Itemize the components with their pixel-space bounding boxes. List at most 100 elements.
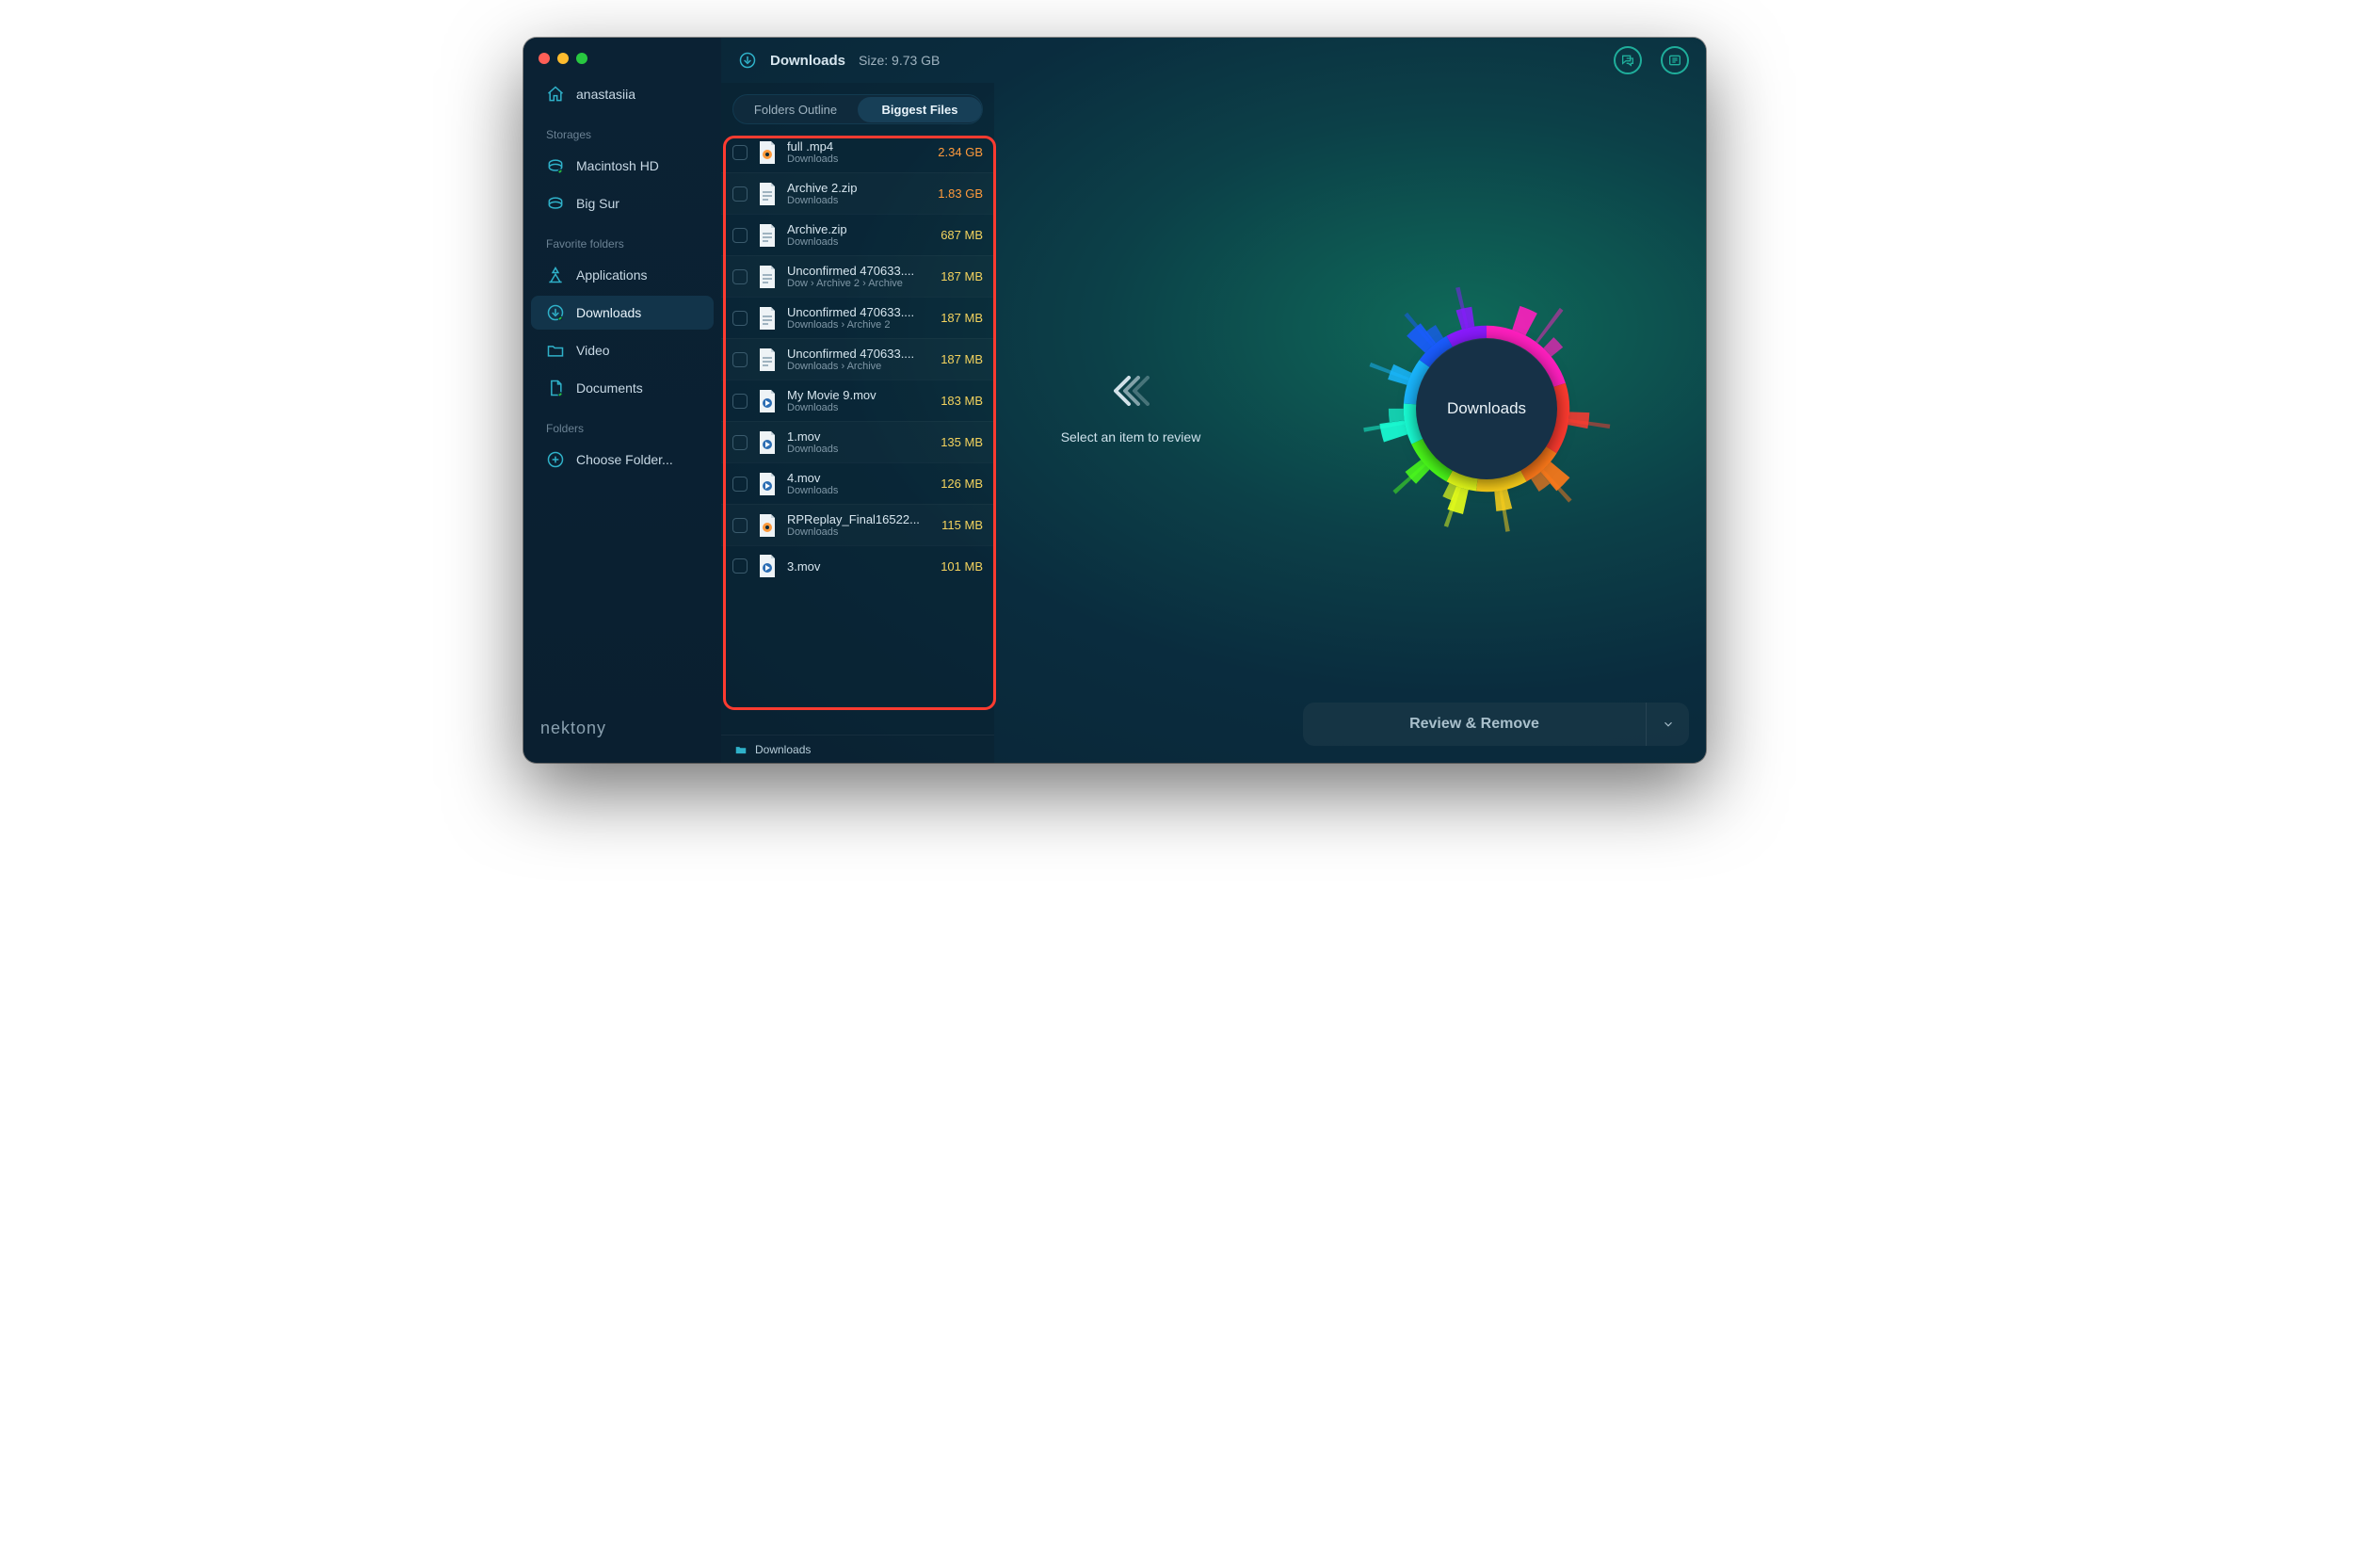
choose-folder-button[interactable]: Choose Folder... [531, 443, 714, 477]
file-size: 135 MB [941, 435, 983, 449]
breadcrumb-label: Downloads [755, 743, 811, 756]
file-checkbox[interactable] [732, 477, 748, 492]
file-checkbox[interactable] [732, 435, 748, 450]
file-type-icon [757, 265, 778, 289]
file-path: Downloads [787, 154, 928, 165]
file-checkbox[interactable] [732, 518, 748, 533]
content: Folders Outline Biggest Files full .mp4D… [721, 83, 1706, 735]
sidebar-item-video[interactable]: Video [531, 333, 714, 367]
sidebar-item-user[interactable]: anastasiia [531, 77, 714, 111]
support-button[interactable] [1614, 46, 1642, 74]
file-size: 187 MB [941, 311, 983, 325]
size-label: Size: 9.73 GB [859, 53, 940, 68]
chevrons-left-icon [1108, 374, 1153, 412]
review-remove-dropdown[interactable] [1646, 703, 1689, 746]
file-row[interactable]: RPReplay_Final16522...Downloads 115 MB [721, 504, 994, 545]
file-type-icon [757, 430, 778, 455]
sidebar-item-label: Big Sur [576, 196, 619, 211]
file-meta: Unconfirmed 470633....Downloads › Archiv… [787, 347, 931, 372]
detail-placeholder: Select an item to review [994, 83, 1267, 735]
zoom-icon[interactable] [576, 53, 587, 64]
file-name: Unconfirmed 470633.... [787, 347, 931, 361]
file-row[interactable]: full .mp4Downloads2.34 GB [721, 132, 994, 172]
sidebar-item-macintosh-hd[interactable]: Macintosh HD [531, 149, 714, 183]
file-type-icon [757, 182, 778, 206]
file-size: 187 MB [941, 352, 983, 366]
file-checkbox[interactable] [732, 186, 748, 202]
file-row[interactable]: 1.movDownloads 135 MB [721, 421, 994, 462]
tab-folders-outline[interactable]: Folders Outline [733, 97, 858, 122]
sidebar-item-downloads[interactable]: Downloads [531, 296, 714, 330]
file-name: 1.mov [787, 429, 931, 444]
file-checkbox[interactable] [732, 352, 748, 367]
sidebar-item-applications[interactable]: Applications [531, 258, 714, 292]
file-checkbox[interactable] [732, 228, 748, 243]
file-row[interactable]: Unconfirmed 470633....Dow › Archive 2 › … [721, 255, 994, 297]
file-path: Downloads › Archive 2 [787, 319, 931, 331]
file-list-column: Folders Outline Biggest Files full .mp4D… [721, 83, 994, 735]
file-name: Archive.zip [787, 222, 931, 236]
file-path: Downloads [787, 195, 928, 206]
file-checkbox[interactable] [732, 145, 748, 160]
file-name: My Movie 9.mov [787, 388, 931, 402]
file-checkbox[interactable] [732, 394, 748, 409]
tab-biggest-files[interactable]: Biggest Files [858, 97, 982, 122]
app-window: anastasiia Storages Macintosh HD Big Sur… [523, 38, 1706, 763]
file-row[interactable]: Unconfirmed 470633....Downloads › Archiv… [721, 338, 994, 380]
file-path: Downloads [787, 485, 931, 496]
file-name: RPReplay_Final16522... [787, 512, 932, 526]
sunburst-center-label: Downloads [1447, 399, 1526, 418]
view-segmented-control[interactable]: Folders Outline Biggest Files [732, 94, 983, 124]
download-circle-icon [738, 51, 757, 70]
folder-icon [546, 341, 565, 360]
sidebar-user-label: anastasiia [576, 87, 635, 102]
sidebar: anastasiia Storages Macintosh HD Big Sur… [523, 38, 721, 763]
placeholder-text: Select an item to review [1061, 429, 1201, 445]
file-path: Downloads › Archive [787, 361, 931, 372]
file-size: 687 MB [941, 228, 983, 242]
file-size: 115 MB [941, 518, 983, 532]
file-name: full .mp4 [787, 139, 928, 154]
file-row[interactable]: Archive.zipDownloads 687 MB [721, 214, 994, 255]
download-icon [546, 303, 565, 322]
close-icon[interactable] [539, 53, 550, 64]
file-size: 183 MB [941, 394, 983, 408]
file-meta: 4.movDownloads [787, 471, 931, 496]
file-row[interactable]: Unconfirmed 470633....Downloads › Archiv… [721, 297, 994, 338]
drive-icon [546, 156, 565, 175]
sidebar-item-documents[interactable]: Documents [531, 371, 714, 405]
file-checkbox[interactable] [732, 311, 748, 326]
file-meta: RPReplay_Final16522...Downloads [787, 512, 932, 538]
review-remove-button[interactable]: Review & Remove [1303, 703, 1689, 746]
file-name: Unconfirmed 470633.... [787, 305, 931, 319]
file-type-icon [757, 389, 778, 413]
review-remove-label: Review & Remove [1303, 716, 1646, 733]
sidebar-item-big-sur[interactable]: Big Sur [531, 186, 714, 220]
plus-circle-icon [546, 450, 565, 469]
file-type-icon [757, 306, 778, 331]
file-type-icon [757, 223, 778, 248]
brand-label: nektony [523, 705, 721, 752]
file-checkbox[interactable] [732, 269, 748, 284]
file-path: Dow › Archive 2 › Archive [787, 278, 931, 289]
sunburst-chart[interactable]: Downloads [1345, 267, 1628, 550]
file-type-icon [757, 472, 778, 496]
file-path: Downloads [787, 444, 931, 455]
file-path: Downloads [787, 236, 931, 248]
chart-area: Downloads [1267, 83, 1706, 735]
file-row[interactable]: Archive 2.zipDownloads1.83 GB [721, 172, 994, 214]
drive-icon [546, 194, 565, 213]
choose-folder-label: Choose Folder... [576, 452, 673, 467]
file-meta: 3.mov [787, 559, 931, 574]
document-icon [546, 379, 565, 397]
file-checkbox[interactable] [732, 558, 748, 574]
minimize-icon[interactable] [557, 53, 569, 64]
sidebar-header-folders: Folders [531, 409, 714, 439]
file-row[interactable]: 3.mov101 MB [721, 545, 994, 586]
news-button[interactable] [1661, 46, 1689, 74]
file-row[interactable]: 4.movDownloads126 MB [721, 462, 994, 504]
breadcrumb[interactable]: Downloads [721, 735, 994, 763]
file-row[interactable]: My Movie 9.movDownloads183 MB [721, 380, 994, 421]
file-meta: Archive.zipDownloads [787, 222, 931, 248]
file-type-icon [757, 140, 778, 165]
